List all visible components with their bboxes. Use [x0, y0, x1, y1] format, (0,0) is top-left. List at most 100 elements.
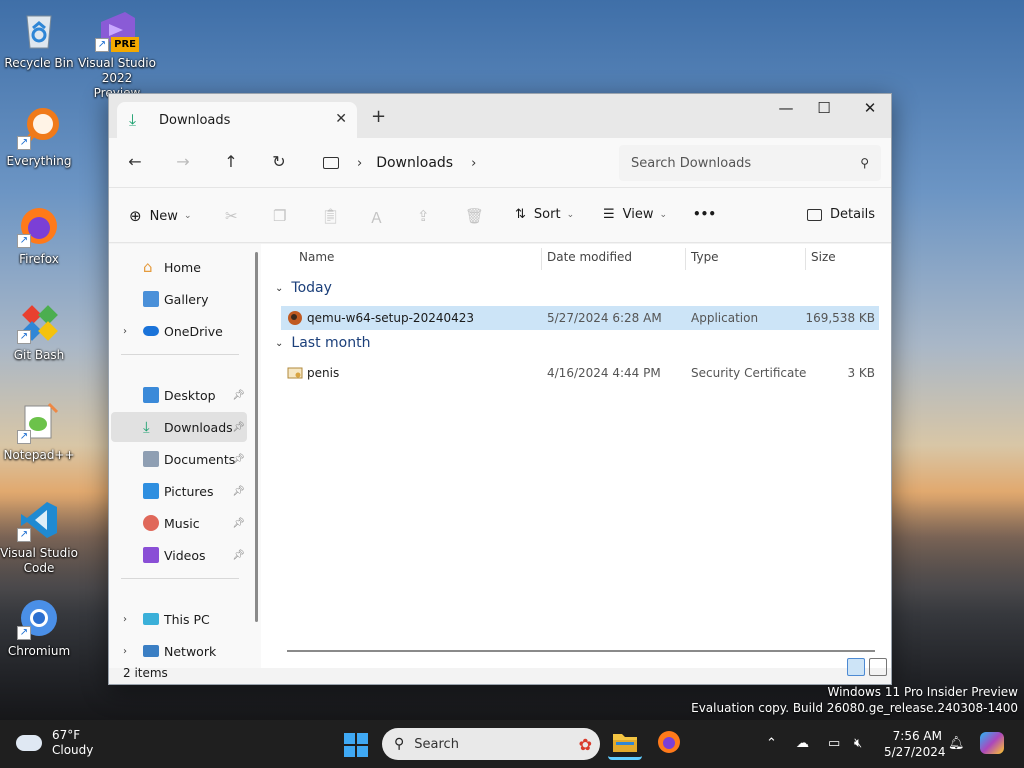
windows-logo-pane	[357, 746, 368, 757]
delete-icon[interactable]: 🗑︎	[465, 207, 484, 225]
cut-icon[interactable]: ✂	[225, 207, 238, 225]
sidebar-item-documents[interactable]: Documents 📌︎	[111, 444, 247, 474]
chevron-right-icon[interactable]: ›	[123, 326, 127, 337]
tab-downloads[interactable]: ⤓ Downloads ✕	[117, 102, 357, 138]
volume-muted-icon[interactable]: 🔇︎	[854, 736, 862, 751]
sidebar-item-onedrive[interactable]: › OneDrive	[111, 316, 247, 346]
column-divider[interactable]	[541, 248, 542, 270]
sidebar-item-desktop[interactable]: Desktop 📌︎	[111, 380, 247, 410]
breadcrumb-downloads[interactable]: Downloads	[376, 155, 453, 171]
certificate-icon	[287, 365, 303, 381]
back-button[interactable]: ←	[123, 152, 147, 171]
preview-badge: PRE	[111, 37, 139, 52]
sidebar-item-pictures[interactable]: Pictures 📌︎	[111, 476, 247, 506]
desktop-icon-chromium[interactable]: ↗ Chromium	[0, 596, 78, 659]
column-header-name[interactable]: Name	[299, 250, 334, 264]
desktop-icon-visual-studio[interactable]: PRE ↗ Visual Studio 2022 Preview	[78, 8, 156, 101]
share-icon[interactable]: ⇪	[417, 207, 430, 225]
shortcut-arrow-icon: ↗	[17, 234, 31, 248]
sidebar-item-home[interactable]: ⌂ Home	[111, 252, 247, 282]
details-view-toggle[interactable]	[847, 658, 865, 676]
chevron-right-icon[interactable]: ›	[123, 614, 127, 625]
sidebar-scrollbar[interactable]	[255, 252, 258, 622]
rename-icon[interactable]: Ａ	[369, 207, 384, 228]
column-header-type[interactable]: Type	[691, 250, 719, 264]
firefox-taskbar-button[interactable]	[652, 728, 686, 760]
taskbar-search-label: Search	[414, 736, 459, 752]
clock[interactable]: 7:56 AM 5/27/2024	[884, 728, 946, 760]
display-icon[interactable]: ▭	[828, 736, 840, 751]
chevron-right-icon[interactable]: ›	[123, 646, 127, 657]
details-pane-button[interactable]: Details	[807, 207, 875, 222]
desktop-icon-recycle-bin[interactable]: Recycle Bin	[0, 8, 78, 71]
taskbar-search[interactable]: ⚲ Search ✿	[382, 728, 600, 760]
start-button[interactable]	[344, 733, 368, 757]
column-header-date[interactable]: Date modified	[547, 250, 632, 264]
up-button[interactable]: ↑	[219, 152, 243, 171]
desktop-icon-notepad-plus-plus[interactable]: ↗ Notepad++	[0, 400, 78, 463]
sidebar-item-downloads[interactable]: ⤓ Downloads 📌︎	[111, 412, 247, 442]
everything-search-icon: ↗	[17, 106, 61, 150]
forward-button[interactable]: →	[171, 152, 195, 171]
shortcut-arrow-icon: ↗	[17, 528, 31, 542]
desktop-icon-label: Notepad++	[3, 448, 75, 462]
sidebar-item-label: Videos	[164, 547, 206, 563]
sidebar-item-gallery[interactable]: Gallery	[111, 284, 247, 314]
new-label: New	[149, 208, 178, 224]
new-button[interactable]: ⊕ New ⌄	[129, 207, 191, 225]
refresh-button[interactable]: ↻	[267, 152, 291, 171]
file-row[interactable]: qemu-w64-setup-20240423 5/27/2024 6:28 A…	[281, 306, 879, 330]
search-highlight-icon: ✿	[578, 734, 592, 754]
search-box[interactable]: Search Downloads ⚲	[619, 145, 881, 181]
copilot-icon[interactable]	[980, 732, 1004, 754]
desktop-icon-everything[interactable]: ↗ Everything	[0, 106, 78, 169]
copy-icon[interactable]: ❐	[273, 207, 286, 225]
chevron-up-icon[interactable]: ⌃	[766, 736, 777, 751]
file-name[interactable]: penis	[307, 366, 339, 380]
sidebar-item-music[interactable]: Music 📌︎	[111, 508, 247, 538]
weather-widget[interactable]: 67°F Cloudy	[16, 728, 93, 758]
search-input[interactable]: Search Downloads	[631, 156, 860, 171]
group-header-today[interactable]: ⌄ Today	[275, 280, 332, 296]
sort-button[interactable]: ⇅ Sort ⌄	[515, 207, 574, 222]
windows-logo-pane	[357, 733, 368, 744]
more-options-button[interactable]: •••	[693, 207, 716, 221]
breadcrumb-separator[interactable]: ›	[357, 156, 362, 171]
new-tab-button[interactable]: +	[371, 106, 386, 127]
desktop-icon-firefox[interactable]: ↗ Firefox	[0, 204, 78, 267]
column-divider[interactable]	[805, 248, 806, 270]
view-button[interactable]: ☰ View ⌄	[603, 207, 667, 222]
file-explorer-taskbar-button[interactable]	[608, 728, 642, 760]
group-header-last-month[interactable]: ⌄ Last month	[275, 335, 370, 351]
desktop-icon-label: Firefox	[19, 252, 59, 266]
cloud-icon	[16, 735, 42, 751]
maximize-button[interactable]: ☐	[801, 94, 847, 124]
navigation-pane: ⌂ Home Gallery › OneDrive Desktop 📌︎ ⤓ D…	[109, 244, 261, 668]
column-header-size[interactable]: Size	[811, 250, 836, 264]
breadcrumb-separator[interactable]: ›	[471, 156, 476, 171]
title-bar[interactable]: ⤓ Downloads ✕ + — ☐ ✕	[109, 94, 891, 138]
sidebar-item-videos[interactable]: Videos 📌︎	[111, 540, 247, 570]
clock-date: 5/27/2024	[884, 745, 946, 759]
address-bar[interactable]: › Downloads ›	[313, 145, 605, 181]
onedrive-offline-icon[interactable]: ☁	[796, 736, 809, 751]
explorer-content: ⌂ Home Gallery › OneDrive Desktop 📌︎ ⤓ D…	[109, 244, 891, 668]
close-window-button[interactable]: ✕	[847, 94, 893, 124]
sidebar-item-this-pc[interactable]: › This PC	[111, 604, 247, 634]
large-icons-view-toggle[interactable]	[869, 658, 887, 676]
desktop-icon-git-bash[interactable]: ↗ Git Bash	[0, 300, 78, 363]
weather-temp: 67°F	[52, 728, 81, 742]
shortcut-arrow-icon: ↗	[17, 330, 31, 344]
file-name[interactable]: qemu-w64-setup-20240423	[307, 311, 474, 325]
git-bash-icon: ↗	[17, 300, 61, 344]
close-tab-button[interactable]: ✕	[335, 111, 347, 127]
chevron-down-icon: ⌄	[183, 211, 192, 221]
sidebar-item-network[interactable]: › Network	[111, 636, 247, 666]
recycle-bin-icon	[17, 8, 61, 52]
horizontal-scrollbar[interactable]	[287, 650, 875, 652]
file-row[interactable]: penis 4/16/2024 4:44 PM Security Certifi…	[281, 361, 879, 385]
desktop-icon-vscode[interactable]: ↗ Visual Studio Code	[0, 498, 78, 576]
paste-icon[interactable]: 📋︎	[321, 207, 340, 225]
column-divider[interactable]	[685, 248, 686, 270]
notification-bell-icon[interactable]: 🔔︎	[948, 736, 965, 751]
